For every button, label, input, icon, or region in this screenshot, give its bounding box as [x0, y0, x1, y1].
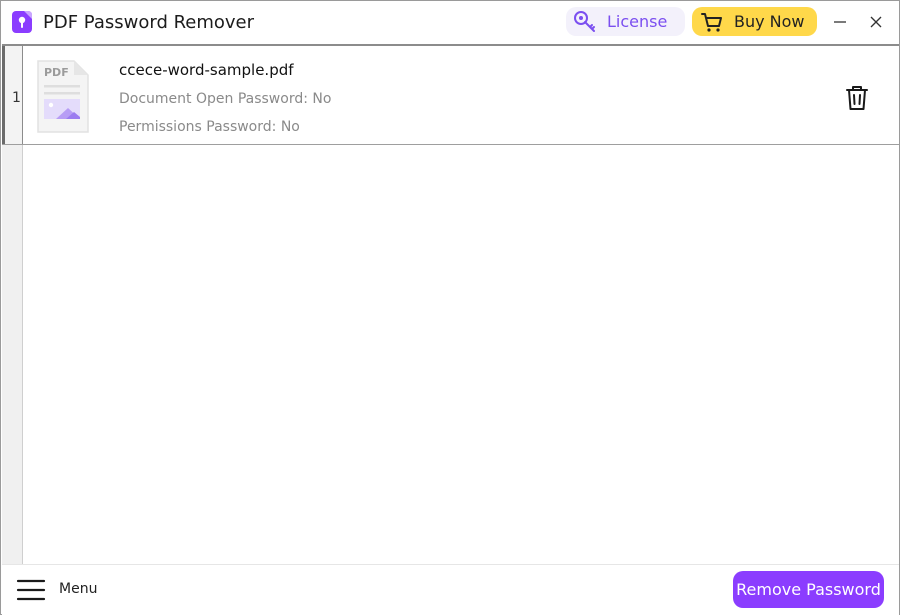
- file-list: 1 PDF ccece-word-sample.pdf Document Ope…: [2, 44, 899, 564]
- buy-now-button[interactable]: Buy Now: [692, 7, 817, 36]
- row-index: 1: [12, 90, 21, 106]
- key-icon: [574, 11, 595, 32]
- pdf-thumb-label: PDF: [44, 66, 69, 79]
- remove-password-button[interactable]: Remove Password: [733, 571, 884, 608]
- minimize-icon: [834, 21, 846, 23]
- title-bar: PDF Password Remover License Buy Now: [1, 1, 899, 44]
- menu-button[interactable]: [16, 577, 46, 603]
- trash-icon: [846, 86, 868, 110]
- license-label: License: [607, 12, 668, 31]
- close-icon: [870, 16, 882, 28]
- license-button[interactable]: License: [566, 7, 685, 36]
- bottom-bar: Menu Remove Password: [2, 564, 899, 615]
- open-password-status: Document Open Password: No: [119, 91, 332, 107]
- permissions-password-status: Permissions Password: No: [119, 119, 300, 135]
- row-number-cell: 1: [2, 46, 23, 144]
- cart-icon: [701, 13, 722, 32]
- minimize-button[interactable]: [826, 9, 854, 35]
- file-row[interactable]: 1 PDF ccece-word-sample.pdf Document Ope…: [2, 46, 899, 145]
- close-button[interactable]: [862, 9, 890, 35]
- hamburger-icon: [16, 579, 46, 601]
- menu-label[interactable]: Menu: [59, 581, 97, 597]
- delete-file-button[interactable]: [844, 84, 870, 112]
- app-window: PDF Password Remover License Buy Now 1 P…: [0, 0, 900, 615]
- buy-now-label: Buy Now: [734, 12, 805, 31]
- pdf-file-icon: PDF: [37, 60, 89, 133]
- pdf-lock-app-icon: [12, 11, 32, 33]
- app-title: PDF Password Remover: [43, 12, 255, 33]
- file-name: ccece-word-sample.pdf: [119, 61, 294, 79]
